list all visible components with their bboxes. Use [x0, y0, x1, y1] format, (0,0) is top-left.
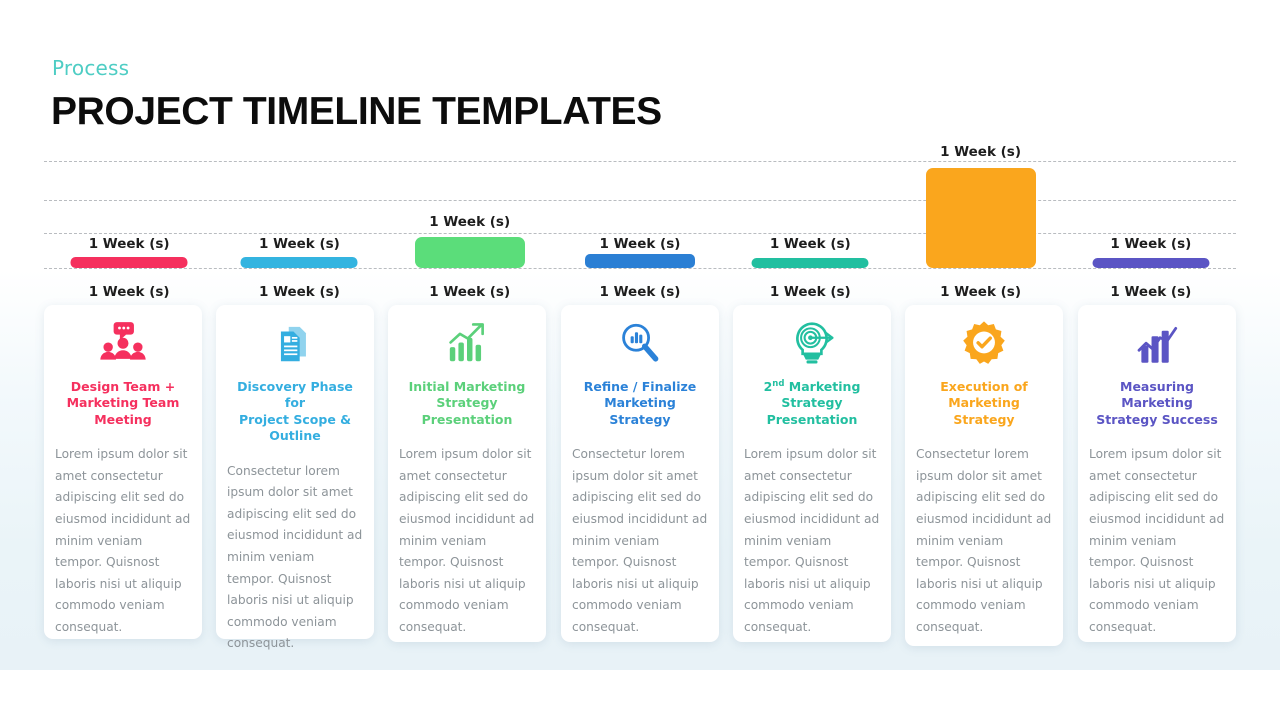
process-card[interactable]: Initial Marketing Strategy Presentation Lo… — [388, 305, 546, 642]
timeline-track[interactable]: 1 Week (s) 1 Week (s) — [44, 140, 214, 300]
card-body-text: Consectetur lorem ipsum dolor sit amet a… — [572, 447, 708, 634]
card-title: 2nd Marketing Strategy Presentation — [763, 378, 861, 427]
timeline-bar[interactable] — [70, 257, 188, 268]
timeline-track[interactable]: 1 Week (s) 1 Week (s) — [555, 140, 725, 300]
bar-duration-label-top: 1 Week (s) — [429, 214, 511, 230]
bar-duration-label-top: 1 Week (s) — [940, 144, 1021, 160]
process-card[interactable]: Execution of Marketing Strategy Consectetu… — [905, 305, 1063, 646]
bar-duration-label-bottom: 1 Week (s) — [258, 284, 340, 300]
card-body-text: Lorem ipsum dolor sit amet consectetur a… — [744, 447, 880, 634]
target-bulb-icon — [787, 319, 837, 369]
card-title: Measuring Marketing Strategy Success — [1096, 379, 1218, 427]
process-card[interactable]: Design Team + Marketing Team Meeting Lorem … — [44, 305, 202, 639]
process-card[interactable]: Discovery Phase for Project Scope & Outlin… — [216, 305, 374, 650]
card-title: Execution of Marketing Strategy — [940, 379, 1028, 427]
page-title: PROJECT TIMELINE TEMPLATES — [51, 90, 662, 133]
card-title: Discovery Phase for Project Scope & Outlin… — [237, 379, 353, 444]
bar-duration-label-top: 1 Week (s) — [88, 236, 170, 252]
card-title: Initial Marketing Strategy Presentation — [408, 379, 526, 427]
timeline-track[interactable]: 1 Week (s) 1 Week (s) — [385, 140, 555, 300]
slide-stage: Process PROJECT TIMELINE TEMPLATES 1 Wee… — [0, 0, 1280, 720]
card-body-text: Lorem ipsum dolor sit amet consectetur a… — [55, 447, 191, 634]
documents-icon — [270, 319, 320, 369]
bar-duration-label-bottom: 1 Week (s) — [769, 284, 851, 300]
timeline-bar[interactable] — [751, 258, 869, 268]
card-title: Refine / Finalize Marketing Strategy — [583, 379, 697, 427]
bar-duration-label-bottom: 1 Week (s) — [599, 284, 681, 300]
card-body-text: Lorem ipsum dolor sit amet consectetur a… — [399, 447, 535, 634]
timeline-track[interactable]: 1 Week (s) 1 Week (s) — [895, 140, 1065, 300]
bar-duration-label-bottom: 1 Week (s) — [88, 284, 170, 300]
process-card[interactable]: 2nd Marketing Strategy Presentation Lorem … — [733, 305, 891, 642]
timeline-track[interactable]: 1 Week (s) 1 Week (s) — [214, 140, 384, 300]
process-card[interactable]: Refine / Finalize Marketing Strategy Conse… — [561, 305, 719, 642]
bar-duration-label-bottom: 1 Week (s) — [940, 284, 1021, 300]
bar-duration-label-top: 1 Week (s) — [1110, 236, 1192, 252]
timeline-bar[interactable] — [925, 168, 1036, 268]
process-card[interactable]: Measuring Marketing Strategy Success Lorem… — [1078, 305, 1236, 642]
bar-duration-label-bottom: 1 Week (s) — [1110, 284, 1192, 300]
bar-duration-label-top: 1 Week (s) — [769, 236, 851, 252]
timeline-bar[interactable] — [240, 257, 358, 268]
timeline-bar[interactable] — [584, 254, 695, 268]
gear-check-icon — [959, 319, 1009, 369]
timeline-bar[interactable] — [1092, 258, 1210, 268]
card-body-text: Consectetur lorem ipsum dolor sit amet a… — [916, 447, 1052, 634]
timeline-chart: 1 Week (s) 1 Week (s) 1 Week (s) 1 Week (s)… — [44, 140, 1236, 300]
magnifier-chart-icon — [615, 319, 665, 369]
slide-eyebrow: Process — [52, 56, 130, 80]
card-body-text: Lorem ipsum dolor sit amet consectetur a… — [1089, 447, 1225, 634]
team-meeting-icon — [98, 319, 148, 369]
timeline-track[interactable]: 1 Week (s) 1 Week (s) — [725, 140, 895, 300]
bar-duration-label-bottom: 1 Week (s) — [429, 284, 511, 300]
card-body-text: Consectetur lorem ipsum dolor sit amet a… — [227, 463, 363, 651]
bar-duration-label-top: 1 Week (s) — [258, 236, 340, 252]
timeline-track[interactable]: 1 Week (s) 1 Week (s) — [1066, 140, 1236, 300]
card-title: Design Team + Marketing Team Meeting — [66, 379, 180, 427]
timeline-bar[interactable] — [414, 237, 525, 268]
growth-chart-icon — [442, 319, 492, 369]
bar-line-chart-icon — [1132, 319, 1182, 369]
bar-duration-label-top: 1 Week (s) — [599, 236, 681, 252]
